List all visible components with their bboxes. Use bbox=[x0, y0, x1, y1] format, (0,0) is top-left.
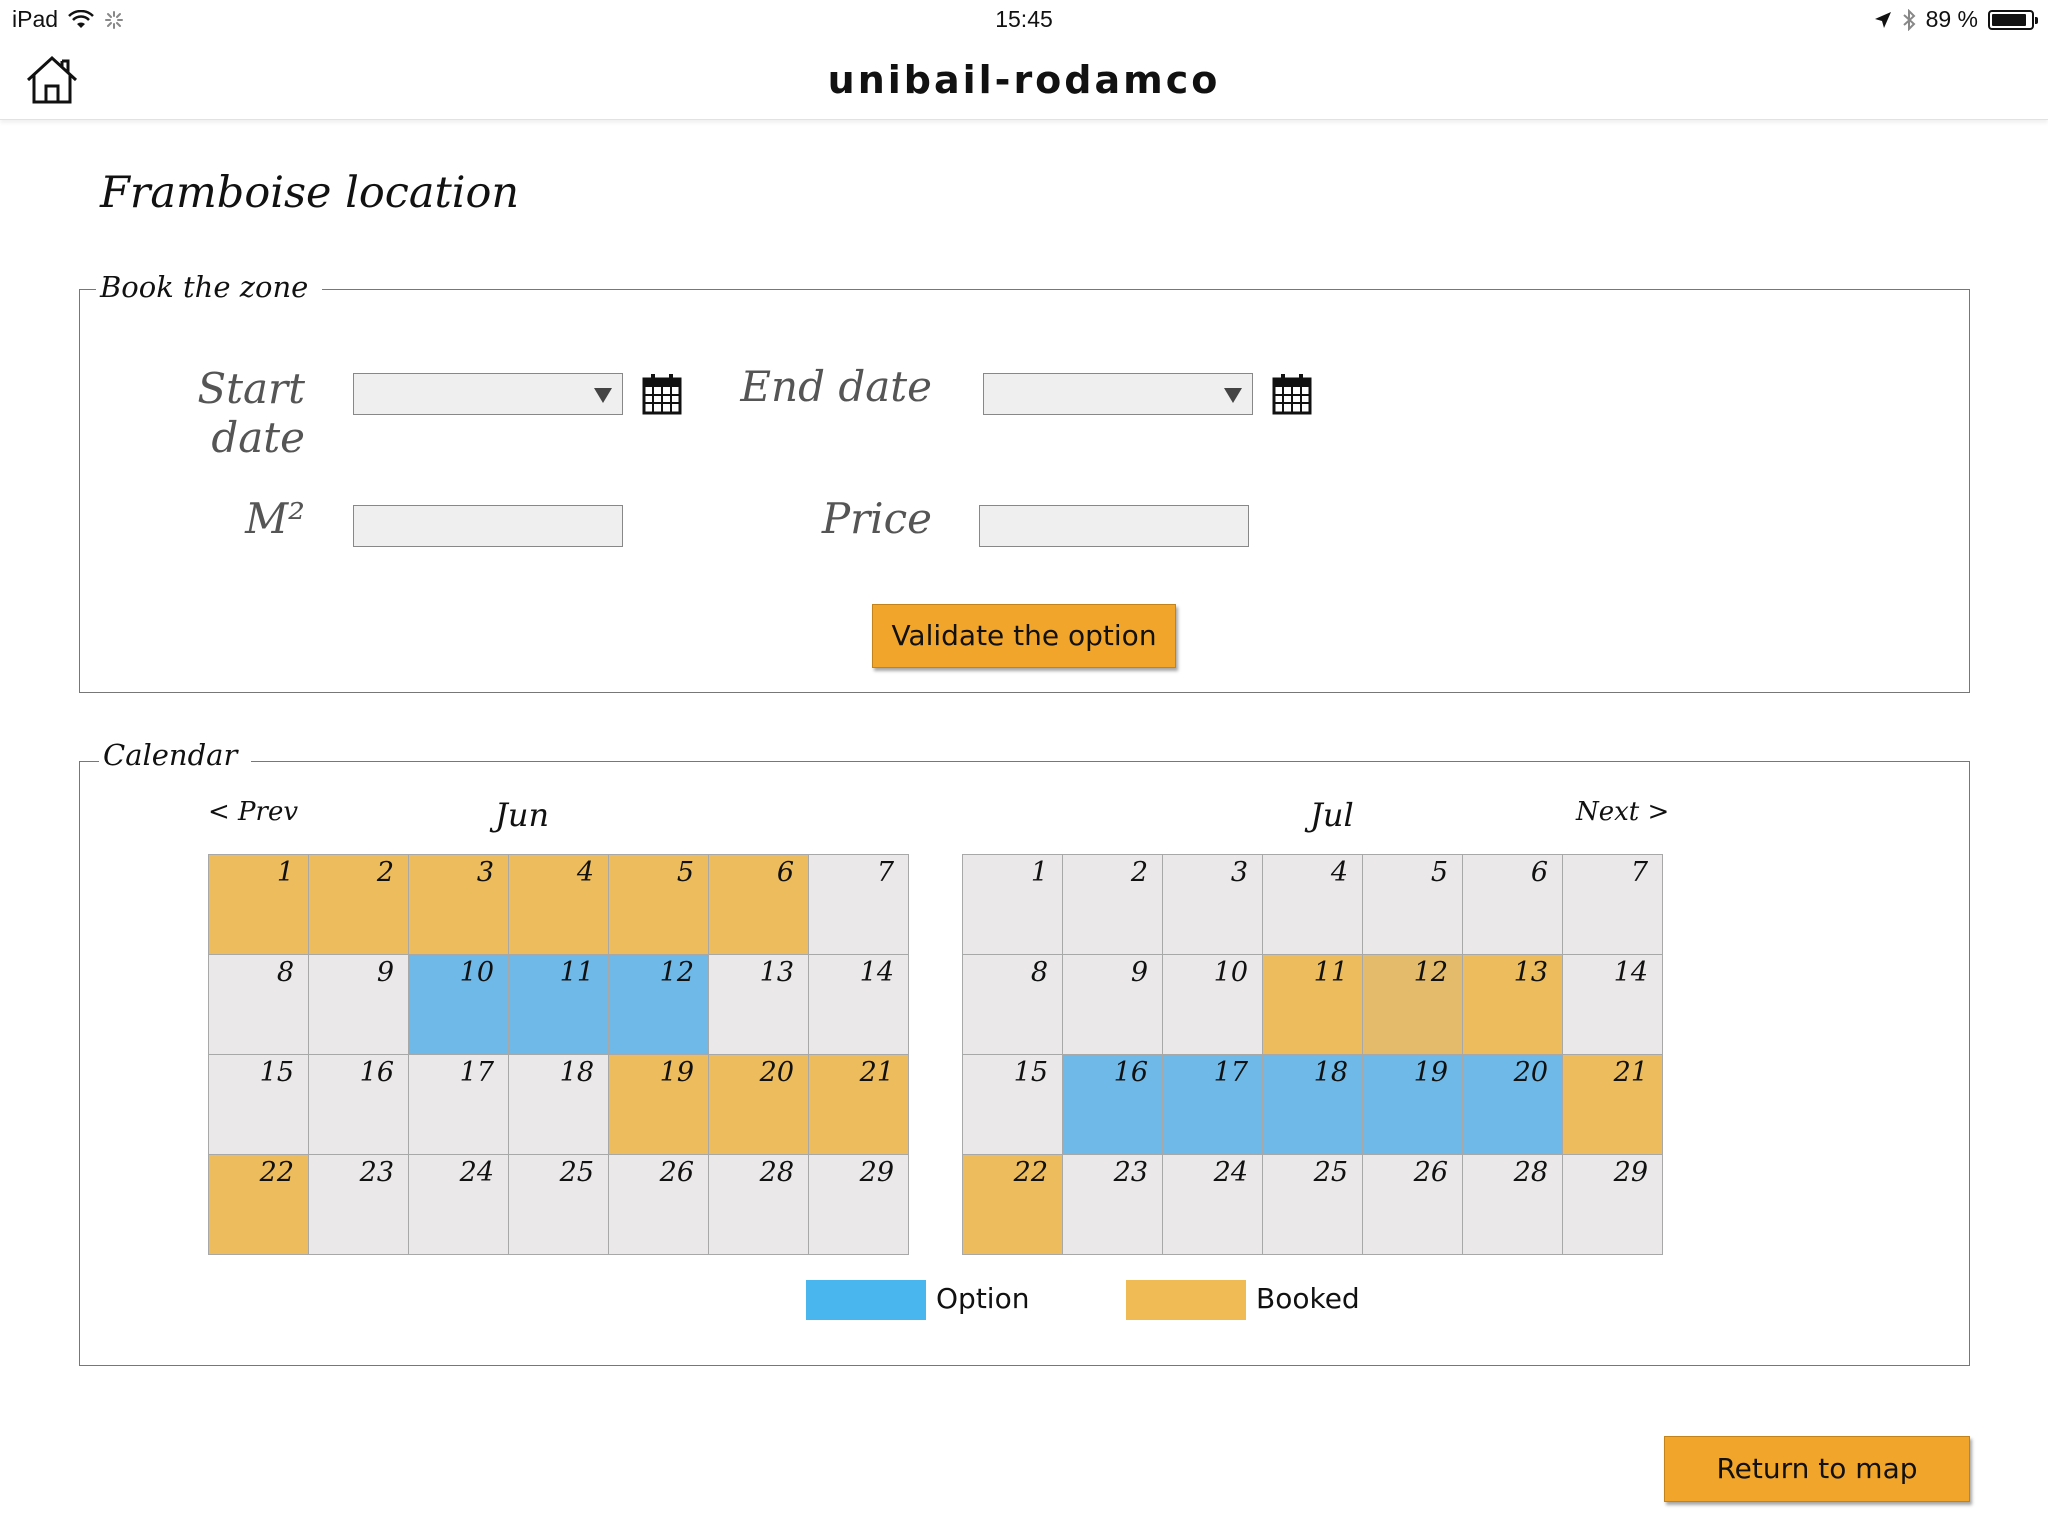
legend-swatch-option bbox=[806, 1280, 926, 1320]
return-to-map-button[interactable]: Return to map bbox=[1664, 1436, 1970, 1502]
calendar-day-cell[interactable]: 22 bbox=[963, 1155, 1063, 1255]
calendar-day-cell[interactable]: 16 bbox=[309, 1055, 409, 1155]
booking-legend: Book the zone bbox=[96, 270, 323, 304]
calendar-day-cell[interactable]: 14 bbox=[809, 955, 909, 1055]
m2-input[interactable] bbox=[353, 505, 623, 547]
legend-swatch-booked bbox=[1126, 1280, 1246, 1320]
battery-icon bbox=[1988, 9, 2038, 30]
calendar-day-cell[interactable]: 20 bbox=[1463, 1055, 1563, 1155]
validate-option-button[interactable]: Validate the option bbox=[872, 604, 1176, 668]
calendar-day-cell[interactable]: 23 bbox=[309, 1155, 409, 1255]
calendar-day-cell[interactable]: 7 bbox=[809, 855, 909, 955]
calendar-day-cell[interactable]: 1 bbox=[963, 855, 1063, 955]
calendar-day-cell[interactable]: 6 bbox=[709, 855, 809, 955]
calendar-day-cell[interactable]: 28 bbox=[1463, 1155, 1563, 1255]
end-date-select[interactable] bbox=[983, 373, 1253, 415]
chevron-down-icon bbox=[1224, 388, 1242, 403]
calendar-day-cell[interactable]: 18 bbox=[1263, 1055, 1363, 1155]
status-bar: iPad 15:45 89 % bbox=[0, 0, 2048, 40]
calendar-day-cell[interactable]: 17 bbox=[409, 1055, 509, 1155]
calendar-day-cell[interactable]: 20 bbox=[709, 1055, 809, 1155]
calendar-day-cell[interactable]: 12 bbox=[609, 955, 709, 1055]
end-date-label: End date bbox=[740, 362, 932, 411]
battery-percent: 89 % bbox=[1925, 6, 1978, 32]
price-input[interactable] bbox=[979, 505, 1249, 547]
calendar-day-cell[interactable]: 26 bbox=[609, 1155, 709, 1255]
nav-bar: unibail-rodamco bbox=[0, 40, 2048, 120]
calendar-day-cell[interactable]: 11 bbox=[1263, 955, 1363, 1055]
calendar-day-cell[interactable]: 2 bbox=[309, 855, 409, 955]
calendar-day-cell[interactable]: 5 bbox=[1363, 855, 1463, 955]
month-label-july: Jul bbox=[1310, 796, 1354, 834]
calendar-day-cell[interactable]: 10 bbox=[409, 955, 509, 1055]
bluetooth-icon bbox=[1902, 8, 1916, 31]
calendar-day-cell[interactable]: 19 bbox=[1363, 1055, 1463, 1155]
calendar-grid-june: 1 2 3 4 5 6 7 8 9 10 11 12 13 14 15 16 17 18 19 20 21 22 23 24 2… bbox=[208, 854, 909, 1255]
calendar-day-cell[interactable]: 26 bbox=[1363, 1155, 1463, 1255]
calendar-day-cell[interactable]: 11 bbox=[509, 955, 609, 1055]
status-right: 89 % bbox=[1874, 6, 2038, 33]
status-time: 15:45 bbox=[995, 6, 1053, 32]
calendar-day-cell[interactable]: 29 bbox=[809, 1155, 909, 1255]
calendar-day-cell[interactable]: 24 bbox=[409, 1155, 509, 1255]
calendar-day-cell[interactable]: 2 bbox=[1063, 855, 1163, 955]
calendar-day-cell[interactable]: 7 bbox=[1563, 855, 1663, 955]
calendar-day-cell[interactable]: 1 bbox=[209, 855, 309, 955]
calendar-day-cell[interactable]: 19 bbox=[609, 1055, 709, 1155]
calendar-day-cell[interactable]: 9 bbox=[1063, 955, 1163, 1055]
price-label: Price bbox=[821, 494, 932, 543]
start-date-label: Start date bbox=[197, 364, 305, 462]
end-calendar-icon[interactable] bbox=[1272, 373, 1312, 415]
calendar-grid-july: 1 2 3 4 5 6 7 8 9 10 11 12 13 14 15 16 17 18 19 20 21 22 23 24 2… bbox=[962, 854, 1663, 1255]
calendar-day-cell[interactable]: 10 bbox=[1163, 955, 1263, 1055]
calendar-day-cell[interactable]: 17 bbox=[1163, 1055, 1263, 1155]
calendar-day-cell[interactable]: 29 bbox=[1563, 1155, 1663, 1255]
calendar-day-cell[interactable]: 13 bbox=[1463, 955, 1563, 1055]
app-title: unibail-rodamco bbox=[827, 58, 1221, 102]
calendar-day-cell[interactable]: 4 bbox=[1263, 855, 1363, 955]
calendar-legend: Calendar bbox=[99, 738, 252, 772]
calendar-day-cell[interactable]: 21 bbox=[1563, 1055, 1663, 1155]
calendar-day-cell[interactable]: 24 bbox=[1163, 1155, 1263, 1255]
calendar-day-cell[interactable]: 23 bbox=[1063, 1155, 1163, 1255]
calendar-day-cell[interactable]: 22 bbox=[209, 1155, 309, 1255]
calendar-day-cell[interactable]: 21 bbox=[809, 1055, 909, 1155]
battery-fill bbox=[1992, 13, 2026, 26]
calendar-day-cell[interactable]: 14 bbox=[1563, 955, 1663, 1055]
chevron-down-icon bbox=[594, 388, 612, 403]
calendar-day-cell[interactable]: 4 bbox=[509, 855, 609, 955]
calendar-day-cell[interactable]: 9 bbox=[309, 955, 409, 1055]
calendar-day-cell[interactable]: 3 bbox=[1163, 855, 1263, 955]
calendar-day-cell[interactable]: 25 bbox=[509, 1155, 609, 1255]
calendar-day-cell[interactable]: 13 bbox=[709, 955, 809, 1055]
page-title: Framboise location bbox=[100, 168, 520, 218]
legend-label-booked: Booked bbox=[1256, 1282, 1360, 1315]
start-date-select[interactable] bbox=[353, 373, 623, 415]
prev-month-link[interactable]: < Prev bbox=[208, 797, 298, 827]
m2-label: M² bbox=[245, 494, 305, 543]
next-month-link[interactable]: Next > bbox=[1576, 797, 1669, 827]
calendar-day-cell[interactable]: 12 bbox=[1363, 955, 1463, 1055]
calendar-day-cell[interactable]: 15 bbox=[209, 1055, 309, 1155]
calendar-day-cell[interactable]: 25 bbox=[1263, 1155, 1363, 1255]
calendar-day-cell[interactable]: 3 bbox=[409, 855, 509, 955]
month-label-june: Jun bbox=[495, 796, 550, 834]
calendar-day-cell[interactable]: 18 bbox=[509, 1055, 609, 1155]
calendar-day-cell[interactable]: 8 bbox=[209, 955, 309, 1055]
calendar-day-cell[interactable]: 28 bbox=[709, 1155, 809, 1255]
calendar-day-cell[interactable]: 8 bbox=[963, 955, 1063, 1055]
calendar-day-cell[interactable]: 5 bbox=[609, 855, 709, 955]
calendar-day-cell[interactable]: 16 bbox=[1063, 1055, 1163, 1155]
legend-label-option: Option bbox=[936, 1282, 1030, 1315]
calendar-day-cell[interactable]: 6 bbox=[1463, 855, 1563, 955]
calendar-day-cell[interactable]: 15 bbox=[963, 1055, 1063, 1155]
location-arrow-icon bbox=[1874, 11, 1891, 28]
start-calendar-icon[interactable] bbox=[642, 373, 682, 415]
